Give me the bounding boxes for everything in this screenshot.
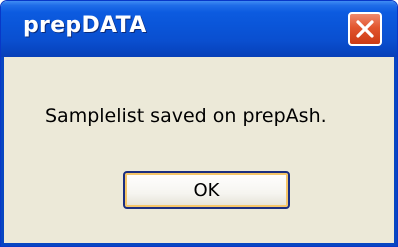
message-dialog: prepDATA Samplelist saved on prepAsh. OK: [0, 0, 398, 247]
window-border-left: [1, 57, 4, 246]
window-title: prepDATA: [23, 13, 147, 38]
title-bar[interactable]: prepDATA: [1, 1, 397, 57]
dialog-message: Samplelist saved on prepAsh.: [45, 105, 327, 127]
window-border-right: [394, 57, 397, 246]
close-icon: [356, 20, 374, 38]
close-button[interactable]: [348, 12, 382, 46]
ok-button[interactable]: OK: [123, 171, 290, 209]
window-border-bottom: [1, 243, 397, 246]
